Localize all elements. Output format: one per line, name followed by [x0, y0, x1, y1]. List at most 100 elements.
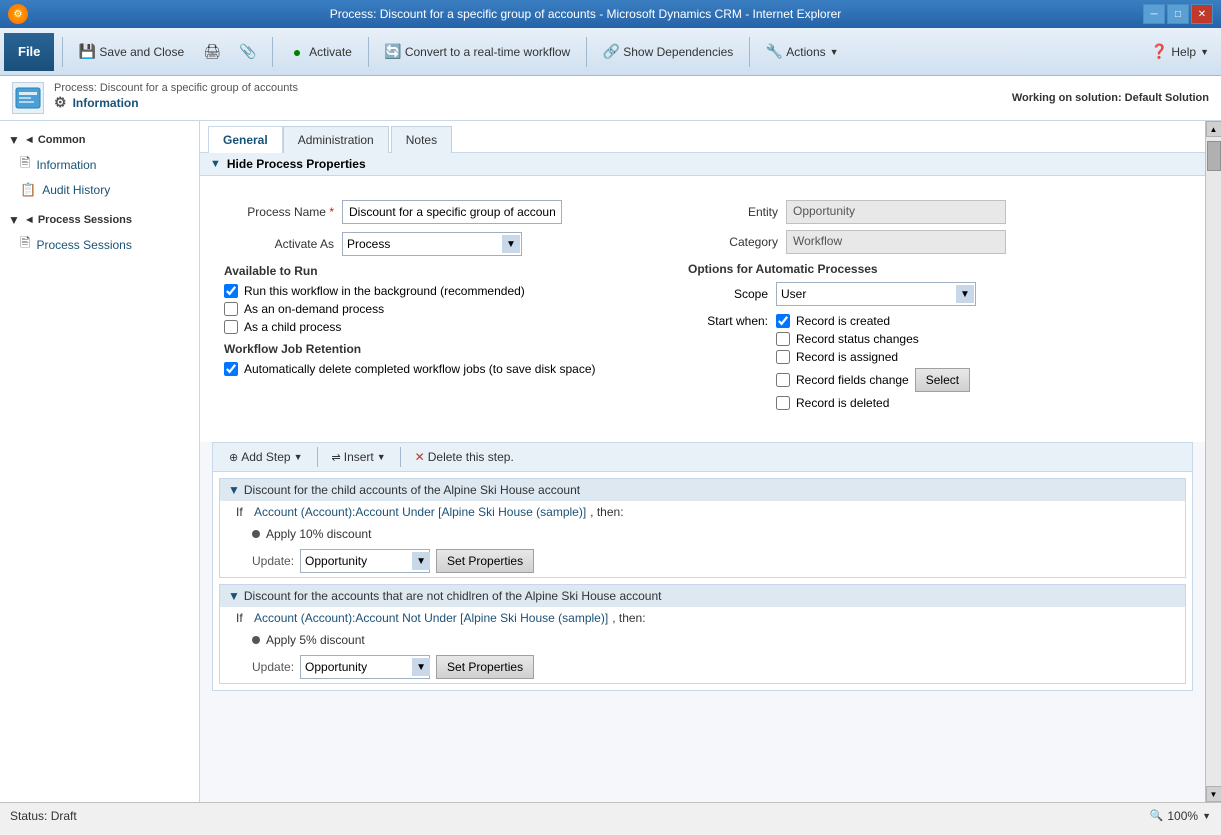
entity-row: Entity Opportunity: [688, 200, 1181, 224]
sw-fields-change-input[interactable]: [776, 373, 790, 387]
section-header-process-props[interactable]: ▼ Hide Process Properties: [200, 153, 1205, 176]
zoom-level: 100%: [1167, 809, 1198, 823]
sw-status-changes[interactable]: Record status changes: [776, 332, 970, 346]
cb-background-input[interactable]: [224, 284, 238, 298]
step2-condition-link[interactable]: Account (Account):Account Not Under [Alp…: [254, 611, 608, 625]
scope-select[interactable]: User: [776, 282, 976, 306]
sidebar-item-audit-history[interactable]: 📋 Audit History: [0, 179, 199, 201]
scroll-thumb[interactable]: [1207, 141, 1221, 171]
sw5-label: Record is deleted: [796, 396, 889, 410]
step1-bullet-text: Apply 10% discount: [266, 527, 371, 541]
process-name-input[interactable]: [342, 200, 562, 224]
sw-record-assigned[interactable]: Record is assigned: [776, 350, 970, 364]
cb-child-process[interactable]: As a child process: [224, 320, 664, 334]
attach-icon: 📎: [240, 44, 256, 60]
delete-step-button[interactable]: ✕ Delete this step.: [407, 447, 522, 467]
two-col-layout: Process Name Activate As Process ▼: [212, 188, 1193, 430]
close-button[interactable]: ✕: [1191, 4, 1213, 24]
steps-sep-2: [400, 447, 401, 467]
sw-record-created[interactable]: Record is created: [776, 314, 970, 328]
show-deps-button[interactable]: 🔗 Show Dependencies: [595, 34, 741, 70]
file-button[interactable]: File: [4, 33, 54, 71]
tab-notes[interactable]: Notes: [391, 126, 452, 153]
tab-general[interactable]: General: [208, 126, 283, 153]
sw-record-created-input[interactable]: [776, 314, 790, 328]
sidebar-section-process[interactable]: ▼ ◄ Process Sessions: [0, 209, 199, 231]
category-row: Category Workflow: [688, 230, 1181, 254]
cb-delete-completed-input[interactable]: [224, 362, 238, 376]
right-col: Entity Opportunity Category Workflow Opt…: [664, 200, 1181, 418]
select-fields-button[interactable]: Select: [915, 368, 970, 392]
category-label: Category: [688, 235, 778, 249]
cb-background[interactable]: Run this workflow in the background (rec…: [224, 284, 664, 298]
start-when-label: Start when:: [688, 314, 768, 414]
step2-action-label: Update:: [252, 660, 294, 674]
sw-record-assigned-input[interactable]: [776, 350, 790, 364]
step2-action: Update: Opportunity ▼ Set Properties: [220, 651, 1185, 683]
cb-delete-completed[interactable]: Automatically delete completed workflow …: [224, 362, 664, 376]
process-collapse-icon: ▼: [8, 213, 20, 227]
convert-label: Convert to a real-time workflow: [405, 45, 570, 59]
add-step-label: Add Step: [241, 450, 290, 464]
step1-action-select[interactable]: Opportunity: [300, 549, 430, 573]
activate-as-wrapper: Process ▼: [342, 232, 522, 256]
header-titles: Process: Discount for a specific group o…: [54, 82, 298, 111]
entity-value: Opportunity: [786, 200, 1006, 224]
activate-button[interactable]: ● Activate: [281, 34, 360, 70]
step1-action: Update: Opportunity ▼ Set Properties: [220, 545, 1185, 577]
scroll-track: [1205, 137, 1221, 786]
bullet-dot-1: [252, 530, 260, 538]
save-and-close-button[interactable]: 💾 Save and Close: [71, 34, 192, 70]
actions-button[interactable]: 🔧 Actions ▼: [758, 34, 846, 70]
toolbar-separator-3: [368, 37, 369, 67]
step2-header-label: Discount for the accounts that are not c…: [244, 589, 662, 603]
activate-icon: ●: [289, 44, 305, 60]
sw3-label: Record is assigned: [796, 350, 898, 364]
step1-if-label: If: [236, 505, 243, 519]
sw2-label: Record status changes: [796, 332, 919, 346]
tab-administration[interactable]: Administration: [283, 126, 389, 153]
insert-button[interactable]: ⇌ Insert ▼: [324, 447, 394, 467]
help-button[interactable]: ❓ Help ▼: [1143, 34, 1217, 70]
cb-on-demand-input[interactable]: [224, 302, 238, 316]
sidebar-item-information[interactable]: 🖹 Information: [0, 151, 199, 179]
minimize-button[interactable]: ─: [1143, 4, 1165, 24]
sidebar-information-label: Information: [36, 158, 96, 172]
zoom-chevron[interactable]: ▼: [1202, 811, 1211, 821]
step1-condition-link[interactable]: Account (Account):Account Under [Alpine …: [254, 505, 586, 519]
step1-condition-suffix: , then:: [590, 505, 623, 519]
print-button[interactable]: 🖨: [196, 34, 228, 70]
attach-button[interactable]: 📎: [232, 34, 264, 70]
toolbar-separator-5: [749, 37, 750, 67]
step2-set-properties-button[interactable]: Set Properties: [436, 655, 534, 679]
cb-on-demand[interactable]: As an on-demand process: [224, 302, 664, 316]
step-group-2: ▼ Discount for the accounts that are not…: [219, 584, 1186, 684]
scroll-down-button[interactable]: ▼: [1206, 786, 1221, 802]
step-group-1: ▼ Discount for the child accounts of the…: [219, 478, 1186, 578]
start-when-header: Start when: Record is created Record sta…: [688, 314, 1181, 414]
header-icon: [12, 82, 44, 114]
step1-set-properties-button[interactable]: Set Properties: [436, 549, 534, 573]
sidebar-audit-label: Audit History: [42, 183, 110, 197]
add-step-button[interactable]: ⊕ Add Step ▼: [221, 447, 311, 467]
step2-action-select[interactable]: Opportunity: [300, 655, 430, 679]
sw-status-changes-input[interactable]: [776, 332, 790, 346]
sw-record-deleted[interactable]: Record is deleted: [776, 396, 970, 410]
delete-step-label: Delete this step.: [428, 450, 514, 464]
scope-select-wrapper: User ▼: [776, 282, 976, 306]
process-section-label: ◄ Process Sessions: [24, 214, 132, 226]
working-on-label: Working on solution: Default Solution: [1012, 92, 1209, 104]
steps-toolbar: ⊕ Add Step ▼ ⇌ Insert ▼ ✕ Delete this st…: [213, 443, 1192, 472]
step2-if-label: If: [236, 611, 243, 625]
sidebar-section-common[interactable]: ▼ ◄ Common: [0, 129, 199, 151]
sw-record-deleted-input[interactable]: [776, 396, 790, 410]
cb-child-process-input[interactable]: [224, 320, 238, 334]
activate-as-select[interactable]: Process: [342, 232, 522, 256]
restore-button[interactable]: □: [1167, 4, 1189, 24]
main-scrollbar[interactable]: ▲ ▼: [1205, 121, 1221, 802]
scroll-up-button[interactable]: ▲: [1206, 121, 1221, 137]
sidebar-item-process-sessions[interactable]: 🖹 Process Sessions: [0, 231, 199, 259]
step1-condition: If Account (Account):Account Under [Alpi…: [220, 501, 1185, 523]
sw-fields-change[interactable]: Record fields change: [776, 373, 909, 387]
convert-button[interactable]: 🔄 Convert to a real-time workflow: [377, 34, 578, 70]
